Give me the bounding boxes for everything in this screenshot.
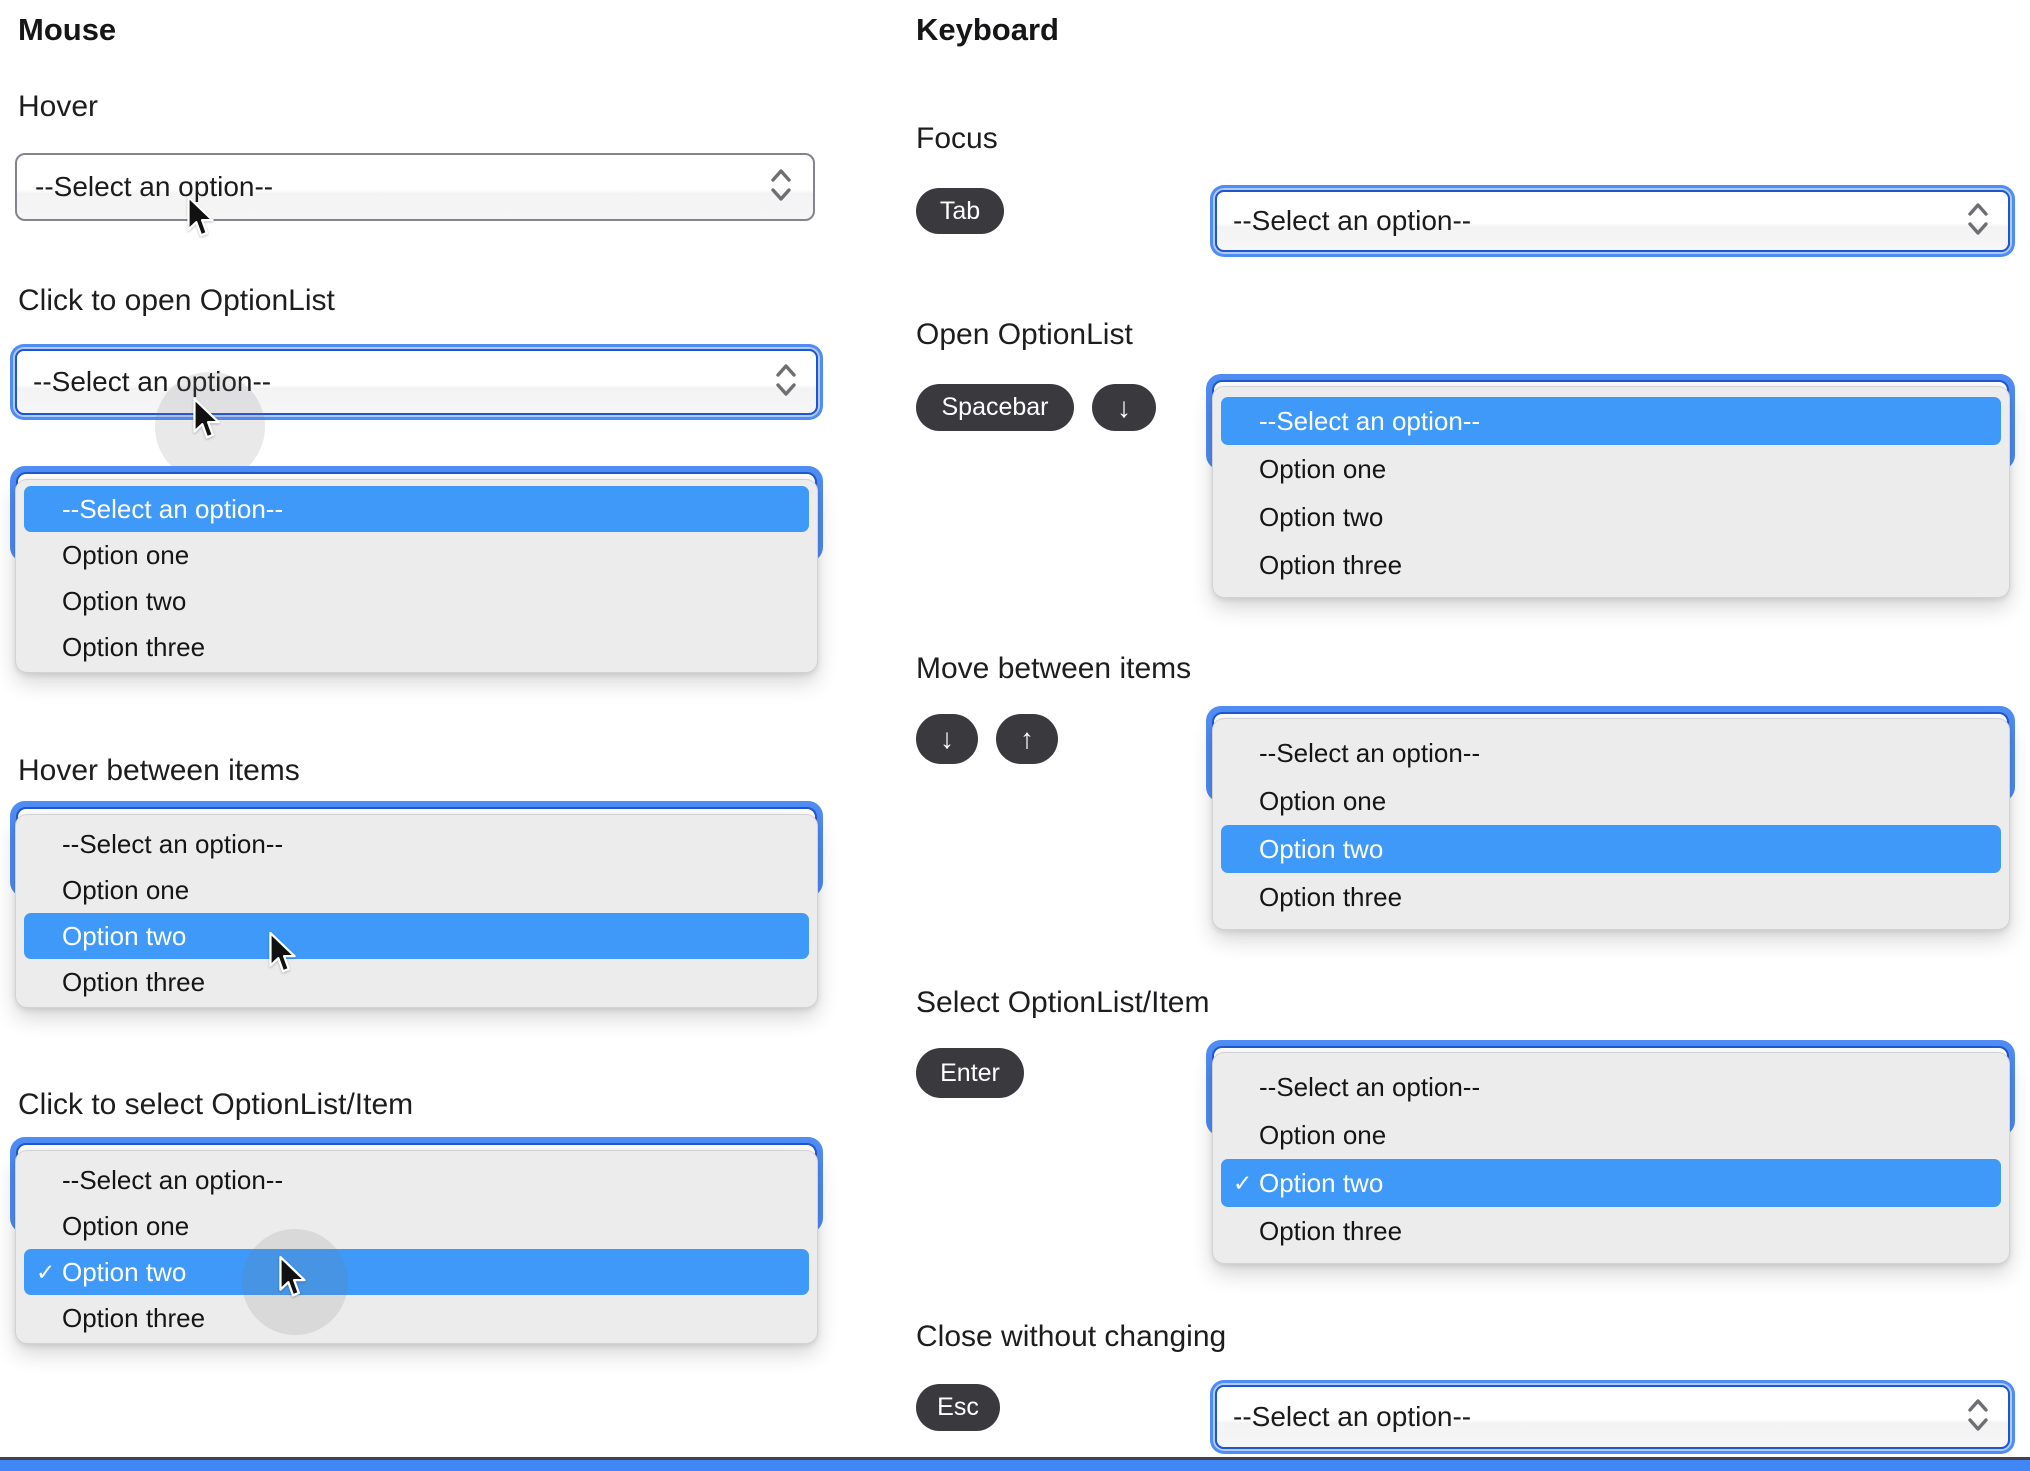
key-badge-enter: Enter (916, 1048, 1024, 1098)
key-badge-tab: Tab (916, 188, 1004, 234)
option-item[interactable]: --Select an option-- (1221, 397, 2001, 445)
cursor-icon (186, 196, 214, 238)
keyboard-column-title: Keyboard (916, 12, 1059, 47)
section-label-open-optionlist: Open OptionList (916, 318, 1133, 351)
option-item[interactable]: Option one (1213, 777, 2009, 825)
select-value: --Select an option-- (35, 171, 274, 202)
optionlist-click-select: --Select an option-- Option one ✓ Option… (15, 1150, 818, 1344)
key-badge-arrow-down: ↓ (1092, 384, 1156, 431)
chevron-up-down-icon (769, 166, 793, 209)
section-label-hover-between: Hover between items (18, 754, 300, 787)
select-focus[interactable]: --Select an option-- (1210, 185, 2015, 257)
option-item[interactable]: Option two (1213, 493, 2009, 541)
optionlist-hover-between: --Select an option-- Option one Option t… (15, 814, 818, 1008)
option-item[interactable]: Option one (1213, 445, 2009, 493)
option-item-selected[interactable]: ✓ Option two (24, 1249, 809, 1295)
key-badge-spacebar: Spacebar (916, 384, 1074, 431)
section-label-focus: Focus (916, 122, 998, 155)
select-hover[interactable]: --Select an option-- (15, 153, 815, 221)
select-value: --Select an option-- (1233, 1401, 1472, 1432)
optionlist-move-between: --Select an option-- Option one Option t… (1212, 718, 2010, 930)
section-label-click-select: Click to select OptionList/Item (18, 1088, 414, 1121)
select-click-open[interactable]: --Select an option-- (10, 344, 823, 420)
cursor-icon (278, 1256, 306, 1298)
section-label-move-between: Move between items (916, 652, 1192, 685)
option-item[interactable]: Option one (16, 532, 817, 578)
option-item[interactable]: --Select an option-- (1213, 1063, 2009, 1111)
option-item[interactable]: --Select an option-- (16, 1157, 817, 1203)
option-item[interactable]: Option two (24, 913, 809, 959)
bottom-focus-bar (0, 1457, 2030, 1471)
option-item[interactable]: Option two (16, 578, 817, 624)
option-item[interactable]: Option one (16, 1203, 817, 1249)
option-item[interactable]: --Select an option-- (16, 821, 817, 867)
section-label-close: Close without changing (916, 1320, 1227, 1353)
section-label-select-item: Select OptionList/Item (916, 986, 1210, 1019)
mouse-column-title: Mouse (18, 12, 117, 47)
option-item[interactable]: Option three (16, 1295, 817, 1341)
section-label-hover: Hover (18, 90, 99, 123)
option-item[interactable]: Option one (16, 867, 817, 913)
select-value: --Select an option-- (1233, 205, 1472, 236)
option-item[interactable]: Option three (1213, 873, 2009, 921)
chevron-up-down-icon (774, 361, 798, 404)
cursor-icon (192, 398, 220, 440)
option-item-selected[interactable]: ✓ Option two (1221, 1159, 2001, 1207)
optionlist-select-item: --Select an option-- Option one ✓ Option… (1212, 1052, 2010, 1264)
key-badge-arrow-up: ↑ (996, 714, 1058, 764)
key-badge-esc: Esc (916, 1384, 1000, 1431)
checkmark-icon: ✓ (1233, 1169, 1253, 1196)
page: Mouse Hover --Select an option-- Click t… (0, 0, 2030, 1471)
cursor-icon (268, 932, 296, 974)
option-item[interactable]: Option two (1221, 825, 2001, 873)
section-label-click-open: Click to open OptionList (18, 284, 335, 317)
chevron-up-down-icon (1966, 200, 1990, 243)
option-item[interactable]: Option one (1213, 1111, 2009, 1159)
option-item[interactable]: --Select an option-- (24, 486, 809, 532)
chevron-up-down-icon (1966, 1396, 1990, 1439)
optionlist-open: --Select an option-- Option one Option t… (1212, 386, 2010, 598)
checkmark-icon: ✓ (36, 1258, 56, 1285)
key-badge-arrow-down: ↓ (916, 714, 978, 764)
option-item[interactable]: Option three (16, 959, 817, 1005)
option-item[interactable]: --Select an option-- (1213, 729, 2009, 777)
option-item[interactable]: Option three (1213, 541, 2009, 589)
select-close[interactable]: --Select an option-- (1210, 1380, 2015, 1454)
option-item[interactable]: Option three (16, 624, 817, 670)
optionlist-click-open: --Select an option-- Option one Option t… (15, 479, 818, 673)
option-item[interactable]: Option three (1213, 1207, 2009, 1255)
